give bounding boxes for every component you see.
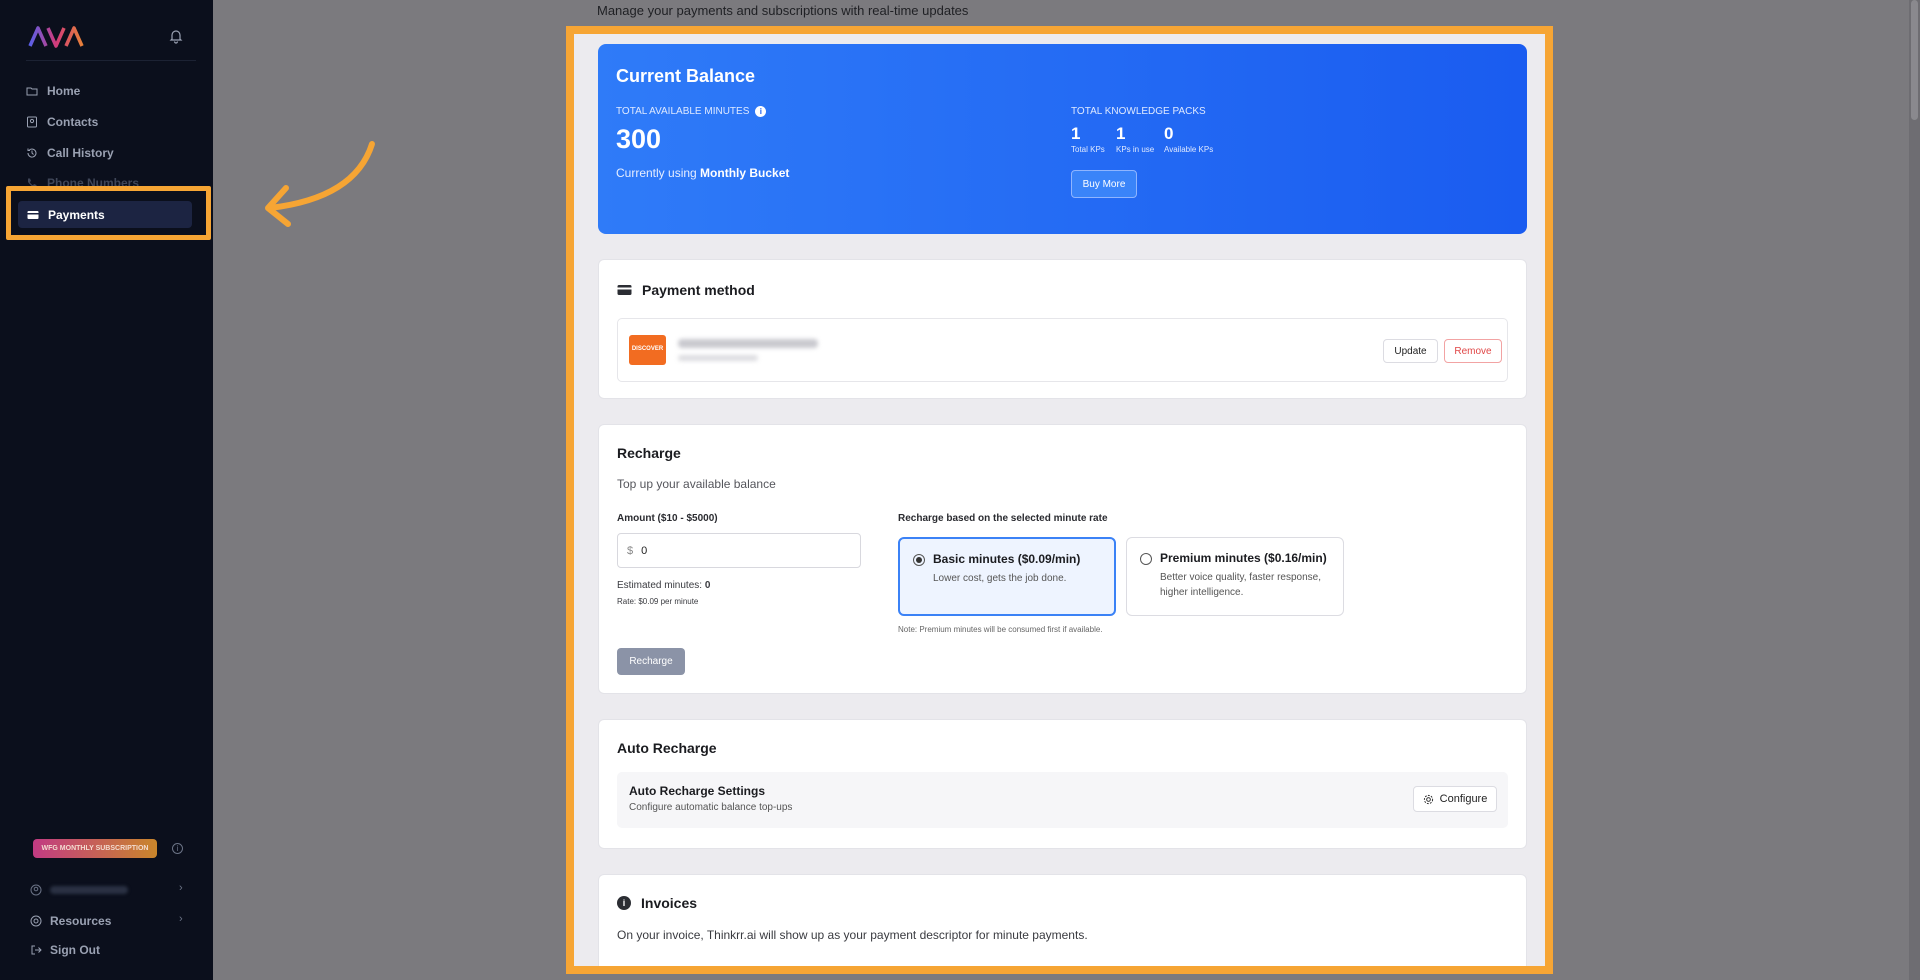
minutes-value: 300 bbox=[616, 124, 662, 154]
option-title: Premium minutes ($0.16/min) bbox=[1160, 551, 1327, 565]
settings-desc: Configure automatic balance top-ups bbox=[629, 802, 793, 813]
info-icon[interactable]: i bbox=[755, 106, 767, 117]
card-number-redacted bbox=[678, 339, 818, 348]
recharge-card: Recharge Top up your available balance A… bbox=[598, 424, 1527, 694]
payment-card-row: DISCOVER Update Remove bbox=[617, 318, 1508, 382]
estimated-value: 0 bbox=[704, 580, 711, 591]
currency-symbol: $ bbox=[627, 544, 634, 557]
sidebar-item-label: Contacts bbox=[47, 115, 99, 129]
sidebar-highlight-box bbox=[6, 186, 211, 240]
credit-card-icon bbox=[617, 285, 632, 295]
estimated-label: Estimated minutes: bbox=[617, 580, 703, 591]
current-balance-card: Current Balance TOTAL AVAILABLE MINUTES … bbox=[598, 44, 1527, 234]
kp-caption: Available KPs bbox=[1164, 145, 1214, 154]
folder-icon bbox=[26, 87, 38, 96]
rate-section-label: Recharge based on the selected minute ra… bbox=[898, 513, 1108, 524]
payment-method-title: Payment method bbox=[642, 282, 755, 298]
sign-out-label: Sign Out bbox=[50, 943, 100, 957]
rate-text: Rate: $0.09 per minute bbox=[617, 597, 699, 606]
auto-recharge-card: Auto Recharge Auto Recharge Settings Con… bbox=[598, 719, 1527, 849]
radio-unselected-icon[interactable] bbox=[1140, 553, 1152, 565]
sidebar-item-label: Home bbox=[47, 84, 81, 98]
resources-icon bbox=[30, 915, 42, 927]
buy-more-button[interactable]: Buy More bbox=[1071, 170, 1137, 198]
sign-out-icon bbox=[31, 945, 42, 955]
invoices-text: On your invoice, Thinkrr.ai will show up… bbox=[617, 928, 1088, 942]
premium-minutes-option[interactable]: Premium minutes ($0.16/min) Better voice… bbox=[1126, 537, 1344, 616]
kp-label: TOTAL KNOWLEDGE PACKS bbox=[1071, 106, 1206, 117]
option-desc: Better voice quality, faster response, h… bbox=[1160, 572, 1322, 598]
sidebar-item-home[interactable]: Home bbox=[26, 80, 80, 102]
radio-selected-icon[interactable] bbox=[913, 554, 925, 566]
account-menu[interactable] bbox=[30, 881, 128, 899]
auto-recharge-title: Auto Recharge bbox=[617, 740, 717, 756]
history-icon bbox=[27, 148, 37, 158]
recharge-title: Recharge bbox=[617, 445, 681, 461]
bucket-status: Currently using Monthly Bucket bbox=[616, 166, 789, 180]
kp-total: 1 Total KPs bbox=[1071, 124, 1105, 154]
estimated-minutes: Estimated minutes: 0 bbox=[617, 580, 710, 591]
subscription-badge[interactable]: WFG MONTHLY SUBSCRIPTION bbox=[33, 839, 157, 858]
sidebar-item-label: Call History bbox=[47, 146, 114, 160]
kp-available: 0 Available KPs bbox=[1164, 124, 1213, 154]
account-name-redacted bbox=[50, 886, 128, 894]
configure-label: Configure bbox=[1439, 793, 1488, 805]
info-icon: i bbox=[617, 896, 631, 910]
card-expiry-redacted bbox=[678, 355, 758, 361]
invoices-card: i Invoices On your invoice, Thinkrr.ai w… bbox=[598, 874, 1527, 966]
info-icon[interactable]: i bbox=[172, 843, 183, 854]
option-title: Basic minutes ($0.09/min) bbox=[933, 552, 1081, 566]
ava-logo[interactable] bbox=[28, 26, 84, 48]
update-card-button[interactable]: Update bbox=[1383, 339, 1438, 363]
kp-in-use: 1 KPs in use bbox=[1116, 124, 1154, 154]
payment-method-card: Payment method DISCOVER Update Remove bbox=[598, 259, 1527, 399]
auto-recharge-settings-row: Auto Recharge Settings Configure automat… bbox=[617, 772, 1508, 828]
kp-caption: Total KPs bbox=[1071, 145, 1105, 154]
payment-method-header: Payment method bbox=[617, 282, 755, 298]
kp-value: 1 bbox=[1116, 124, 1126, 143]
basic-minutes-option[interactable]: Basic minutes ($0.09/min) Lower cost, ge… bbox=[898, 537, 1116, 616]
bucket-prefix: Currently using bbox=[616, 166, 697, 180]
resources-label: Resources bbox=[50, 914, 112, 928]
scrollbar[interactable] bbox=[1909, 0, 1920, 980]
chevron-right-icon: › bbox=[179, 882, 183, 894]
configure-button[interactable]: Configure bbox=[1413, 786, 1497, 812]
page-subtitle: Manage your payments and subscriptions w… bbox=[597, 3, 969, 18]
annotation-arrow-icon bbox=[265, 141, 375, 227]
invoices-header: i Invoices bbox=[617, 895, 697, 911]
amount-value: 0 bbox=[641, 544, 648, 557]
user-icon bbox=[30, 884, 42, 896]
sidebar: Home Contacts Call History Phone Numbers… bbox=[0, 0, 213, 980]
invoices-title: Invoices bbox=[641, 895, 698, 911]
remove-card-button[interactable]: Remove bbox=[1444, 339, 1502, 363]
amount-label: Amount ($10 - $5000) bbox=[617, 513, 718, 524]
recharge-subtitle: Top up your available balance bbox=[617, 477, 776, 491]
option-desc: Lower cost, gets the job done. bbox=[933, 573, 1067, 584]
chevron-right-icon: › bbox=[179, 913, 183, 925]
kp-caption: KPs in use bbox=[1116, 145, 1155, 154]
minutes-label: TOTAL AVAILABLE MINUTES bbox=[616, 106, 750, 117]
scrollbar-thumb[interactable] bbox=[1911, 0, 1918, 120]
balance-title: Current Balance bbox=[616, 66, 756, 86]
kp-value: 1 bbox=[1071, 124, 1081, 143]
payments-highlight-frame: Current Balance TOTAL AVAILABLE MINUTES … bbox=[566, 26, 1553, 974]
bell-icon[interactable] bbox=[168, 28, 184, 44]
sidebar-item-call-history[interactable]: Call History bbox=[26, 142, 114, 164]
bucket-name: Monthly Bucket bbox=[700, 166, 790, 180]
discover-card-icon: DISCOVER bbox=[629, 335, 666, 365]
premium-note: Note: Premium minutes will be consumed f… bbox=[898, 625, 1103, 634]
sign-out-button[interactable]: Sign Out bbox=[30, 941, 100, 959]
settings-title: Auto Recharge Settings bbox=[629, 784, 766, 798]
contacts-icon bbox=[27, 116, 37, 128]
recharge-button[interactable]: Recharge bbox=[617, 648, 685, 675]
sidebar-item-contacts[interactable]: Contacts bbox=[26, 111, 98, 133]
minutes-label-row: TOTAL AVAILABLE MINUTES i bbox=[616, 106, 767, 117]
kp-value: 0 bbox=[1164, 124, 1174, 143]
amount-input[interactable]: $ 0 bbox=[617, 533, 861, 568]
resources-menu[interactable]: Resources bbox=[30, 912, 111, 930]
gear-icon bbox=[1423, 794, 1433, 804]
sidebar-divider bbox=[26, 60, 196, 61]
